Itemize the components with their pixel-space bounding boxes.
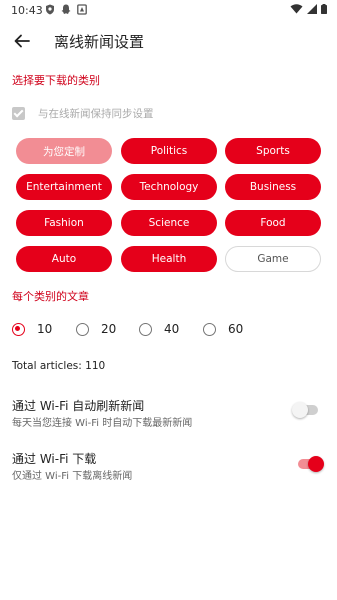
radio-button[interactable] [76, 322, 89, 336]
wifi-download-toggle[interactable] [298, 456, 324, 472]
chip-business[interactable]: Business [225, 174, 321, 200]
snapchat-ghost-icon [61, 4, 71, 14]
app-notification-icon [77, 4, 87, 15]
wifi-refresh-title: 通过 Wi-Fi 自动刷新新闻 [12, 399, 145, 413]
radio-label-20: 20 [101, 322, 117, 336]
chip-game[interactable]: Game [225, 246, 321, 272]
radio-label-10: 10 [37, 322, 53, 336]
sync-checkbox[interactable] [12, 107, 25, 120]
toggle-knob [292, 402, 308, 418]
radio-option-40[interactable]: 40 [139, 322, 179, 336]
wifi-icon [290, 4, 303, 14]
radio-button[interactable] [139, 322, 152, 336]
chip-politics[interactable]: Politics [121, 138, 217, 164]
chip-entertainment[interactable]: Entertainment [16, 174, 112, 200]
shield-icon [46, 4, 54, 15]
sync-label: 与在线新闻保持同步设置 [38, 108, 154, 120]
chip-fashion[interactable]: Fashion [16, 210, 112, 236]
toggle-knob [308, 456, 324, 472]
chip-health[interactable]: Health [121, 246, 217, 272]
status-bar: 10:43 [0, 0, 337, 22]
page-title: 离线新闻设置 [54, 33, 145, 51]
chip-technology[interactable]: Technology [121, 174, 217, 200]
total-articles: Total articles: 110 [12, 360, 106, 372]
articles-header: 每个类别的文章 [12, 290, 89, 303]
radio-label-60: 60 [228, 322, 244, 336]
wifi-download-title: 通过 Wi-Fi 下载 [12, 452, 97, 466]
chip-science[interactable]: Science [121, 210, 217, 236]
wifi-refresh-toggle[interactable] [292, 402, 318, 418]
categories-header: 选择要下载的类别 [12, 74, 100, 87]
sync-setting-row[interactable]: 与在线新闻保持同步设置 [12, 106, 154, 121]
chip-sports[interactable]: Sports [225, 138, 321, 164]
app-bar: 离线新闻设置 [0, 22, 337, 60]
notification-icons [45, 4, 87, 15]
chip-food[interactable]: Food [225, 210, 321, 236]
radio-button[interactable] [203, 322, 216, 336]
chip-auto[interactable]: Auto [16, 246, 112, 272]
radio-option-20[interactable]: 20 [76, 322, 116, 336]
radio-button-selected[interactable] [12, 322, 25, 336]
battery-icon [321, 4, 327, 14]
chip-customized[interactable]: 为您定制 [16, 138, 112, 164]
wifi-refresh-subtitle: 每天当您连接 Wi-Fi 时自动下载最新新闻 [12, 418, 193, 429]
wifi-download-subtitle: 仅通过 Wi-Fi 下载离线新闻 [12, 471, 133, 482]
system-icons [290, 4, 327, 14]
radio-label-40: 40 [164, 322, 180, 336]
radio-option-10[interactable]: 10 [12, 322, 52, 336]
cellular-signal-icon [307, 4, 317, 14]
status-time: 10:43 [11, 4, 43, 17]
radio-option-60[interactable]: 60 [203, 322, 243, 336]
back-arrow-icon[interactable] [12, 31, 32, 51]
